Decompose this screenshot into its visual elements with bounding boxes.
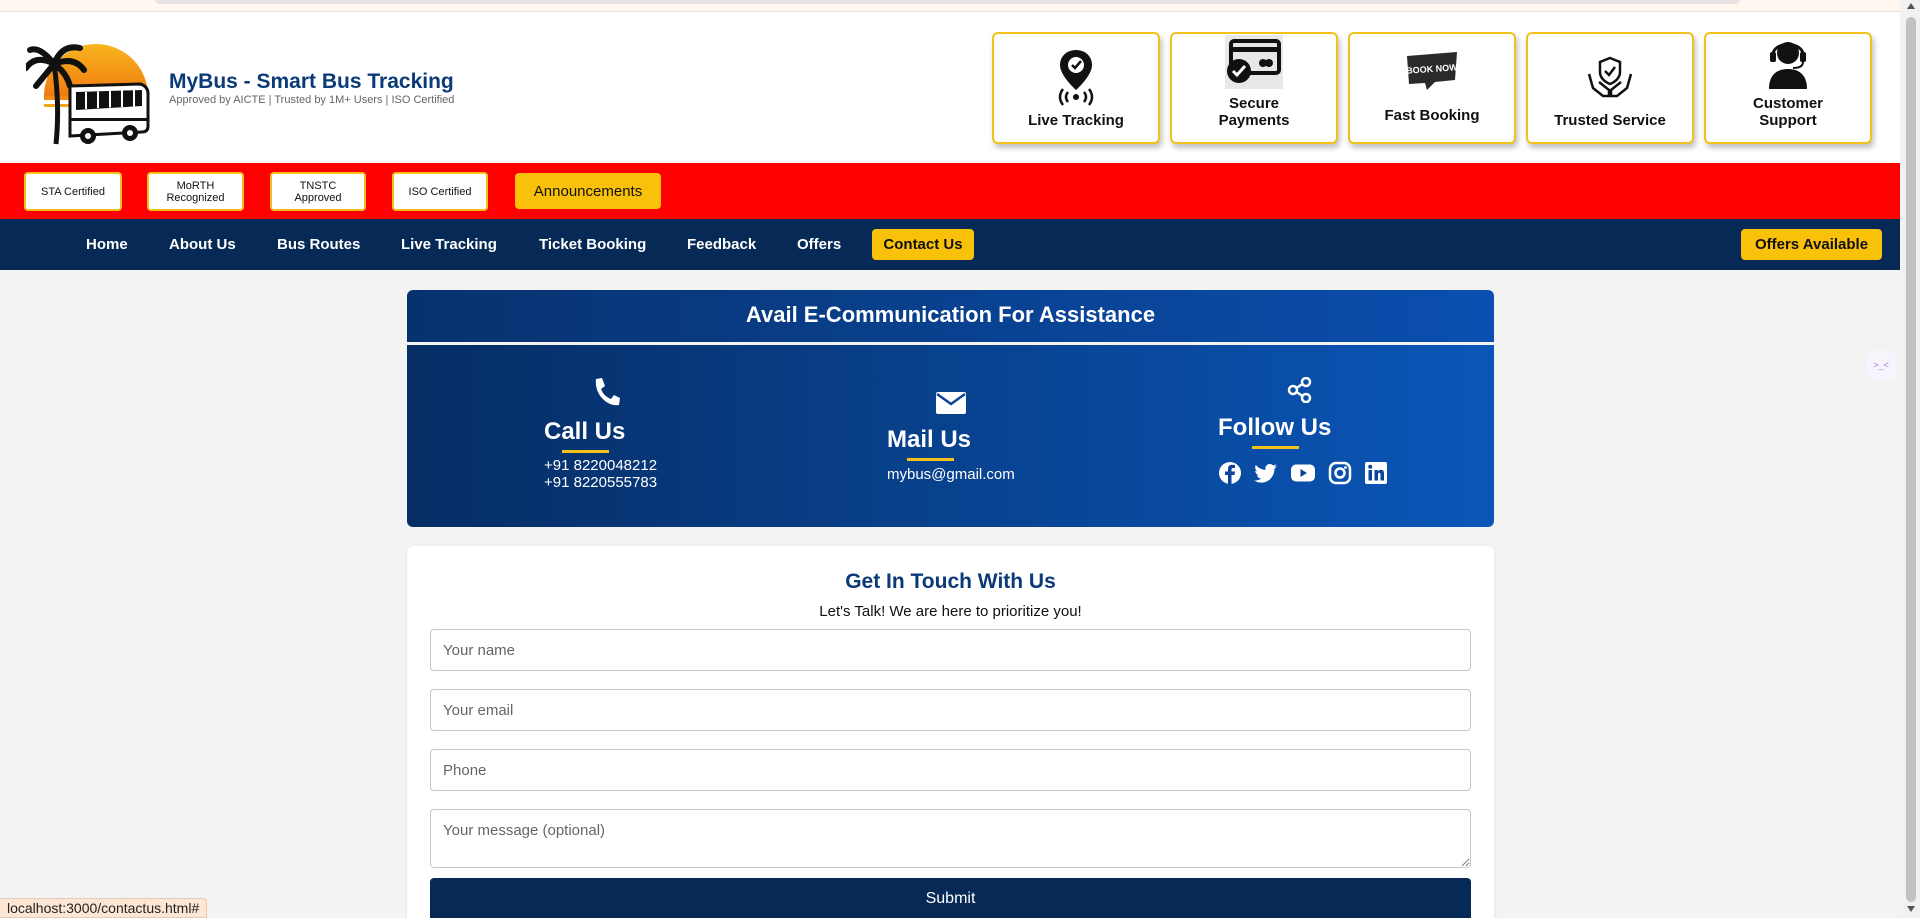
- main-nav: Home About Us Bus Routes Live Tracking T…: [0, 219, 1900, 270]
- ecomm-heading: Avail E-Communication For Assistance: [407, 290, 1494, 342]
- submit-button[interactable]: Submit: [430, 878, 1471, 918]
- offers-available-button[interactable]: Offers Available: [1741, 229, 1882, 260]
- nav-item-feedback[interactable]: Feedback: [687, 236, 756, 253]
- shield-hands-icon: [1587, 56, 1633, 98]
- book-now-tag-icon: BOOK NOW: [1406, 52, 1458, 90]
- browser-tab-strip: [155, 0, 1740, 4]
- brand-subtitle: Approved by AICTE | Trusted by 1M+ Users…: [169, 94, 455, 106]
- cert-badge-tnstc[interactable]: TNSTC Approved: [270, 172, 366, 211]
- status-bar-url: localhost:3000/contactus.html#: [0, 898, 208, 918]
- feature-card-secure-payments[interactable]: Secure Payments: [1170, 32, 1338, 144]
- follow-us-underline: [1252, 446, 1299, 449]
- name-input[interactable]: [430, 629, 1471, 671]
- certification-bar: STA Certified MoRTH Recognized TNSTC App…: [0, 163, 1900, 219]
- phone-input[interactable]: [430, 749, 1471, 791]
- nav-item-bus-routes[interactable]: Bus Routes: [277, 236, 360, 253]
- feature-label: Live Tracking: [1028, 112, 1124, 129]
- form-subtitle: Let's Talk! We are here to prioritize yo…: [819, 603, 1082, 620]
- twitter-icon[interactable]: [1254, 461, 1278, 485]
- feature-cards: Live Tracking Secure Payments BOOK NOW F…: [992, 32, 1872, 144]
- announcements-button[interactable]: Announcements: [515, 173, 661, 209]
- call-us-underline: [562, 450, 609, 453]
- follow-us-title: Follow Us: [1218, 414, 1332, 441]
- feature-card-trusted-service[interactable]: Trusted Service: [1526, 32, 1694, 144]
- nav-item-home[interactable]: Home: [86, 236, 128, 253]
- site-header: MyBus - Smart Bus Tracking Approved by A…: [0, 12, 1900, 163]
- facebook-icon[interactable]: [1218, 461, 1242, 485]
- feature-card-live-tracking[interactable]: Live Tracking: [992, 32, 1160, 144]
- cert-badge-morth[interactable]: MoRTH Recognized: [147, 172, 244, 211]
- phone-number-2[interactable]: +91 8220555783: [544, 474, 657, 491]
- nav-item-ticket-booking[interactable]: Ticket Booking: [539, 236, 646, 253]
- scroll-up-arrow-icon[interactable]: [1907, 3, 1915, 9]
- feature-card-customer-support[interactable]: Customer Support: [1704, 32, 1872, 144]
- email-input[interactable]: [430, 689, 1471, 731]
- brand-title[interactable]: MyBus - Smart Bus Tracking: [169, 70, 454, 94]
- nav-item-live-tracking[interactable]: Live Tracking: [401, 236, 497, 253]
- envelope-icon: [936, 392, 966, 414]
- feature-label: Trusted Service: [1554, 112, 1666, 129]
- extension-widget-icon[interactable]: >_<: [1866, 350, 1896, 380]
- nav-item-about-us[interactable]: About Us: [169, 236, 236, 253]
- instagram-icon[interactable]: [1328, 461, 1352, 485]
- call-us-title: Call Us: [544, 418, 626, 445]
- scroll-thumb[interactable]: [1906, 17, 1916, 902]
- mail-us-title: Mail Us: [887, 426, 972, 453]
- contact-form-card: Get In Touch With Us Let's Talk! We are …: [407, 546, 1494, 918]
- cert-badge-sta[interactable]: STA Certified: [24, 172, 122, 211]
- bus-logo-icon[interactable]: [26, 34, 152, 146]
- message-textarea[interactable]: [430, 809, 1471, 868]
- phone-icon: [595, 378, 620, 406]
- location-pin-icon: [1058, 50, 1094, 106]
- nav-item-offers[interactable]: Offers: [797, 236, 841, 253]
- phone-number-1[interactable]: +91 8220048212: [544, 457, 657, 474]
- headset-icon: [1769, 41, 1807, 89]
- feature-label: Customer Support: [1752, 95, 1823, 129]
- scroll-down-arrow-icon[interactable]: [1907, 906, 1915, 912]
- feature-card-fast-booking[interactable]: BOOK NOW Fast Booking: [1348, 32, 1516, 144]
- email-address[interactable]: mybus@gmail.com: [887, 466, 1015, 483]
- page-scrollbar[interactable]: [1902, 0, 1920, 918]
- browser-top-strip: [0, 0, 1900, 12]
- cert-badge-iso[interactable]: ISO Certified: [392, 172, 488, 211]
- share-icon: [1287, 377, 1312, 403]
- credit-card-icon: [1225, 34, 1283, 89]
- feature-label: Secure Payments: [1218, 95, 1290, 129]
- social-links: [1218, 461, 1388, 485]
- ecomm-panel: Call Us +91 8220048212 +91 8220555783 Ma…: [407, 345, 1494, 527]
- youtube-icon[interactable]: [1290, 461, 1316, 485]
- mail-us-underline: [907, 458, 954, 461]
- linkedin-icon[interactable]: [1364, 461, 1388, 485]
- form-title: Get In Touch With Us: [845, 570, 1056, 593]
- feature-label: Fast Booking: [1384, 107, 1480, 124]
- nav-item-contact-us[interactable]: Contact Us: [872, 229, 974, 260]
